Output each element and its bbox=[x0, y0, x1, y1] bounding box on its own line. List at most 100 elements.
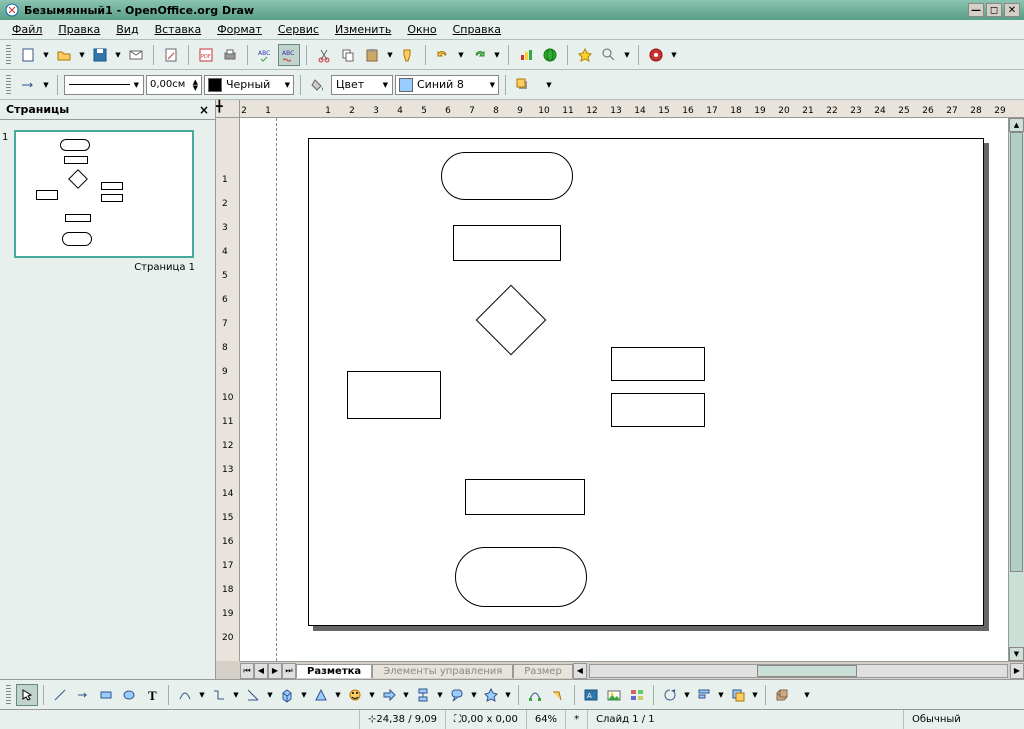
arrow-style-dropdown[interactable]: ▼ bbox=[41, 74, 51, 96]
page-thumbnail[interactable]: 1 Страница 1 bbox=[10, 130, 205, 273]
callouts-dropdown[interactable]: ▼ bbox=[469, 684, 479, 706]
tab-layout[interactable]: Разметка bbox=[296, 664, 372, 678]
format-paintbrush-icon[interactable] bbox=[397, 44, 419, 66]
open-dropdown[interactable]: ▼ bbox=[77, 44, 87, 66]
tab-dimensions[interactable]: Размер bbox=[513, 664, 573, 678]
auto-spellcheck-icon[interactable]: ABC bbox=[278, 44, 300, 66]
minimize-button[interactable]: — bbox=[968, 3, 984, 17]
curve-tool-icon[interactable] bbox=[174, 684, 196, 706]
chart-icon[interactable] bbox=[515, 44, 537, 66]
pages-panel-close[interactable]: × bbox=[199, 103, 209, 117]
scroll-down-button[interactable]: ▼ bbox=[1009, 647, 1024, 661]
align-dropdown[interactable]: ▼ bbox=[716, 684, 726, 706]
fill-type-combo[interactable]: Цвет ▼ bbox=[331, 75, 393, 95]
paste-dropdown[interactable]: ▼ bbox=[385, 44, 395, 66]
horizontal-scrollbar[interactable] bbox=[589, 664, 1008, 678]
block-arrows-icon[interactable] bbox=[378, 684, 400, 706]
arrange-icon[interactable] bbox=[727, 684, 749, 706]
symbol-shapes-dropdown[interactable]: ▼ bbox=[367, 684, 377, 706]
shadow-icon[interactable] bbox=[512, 74, 534, 96]
shape-rectangle[interactable] bbox=[611, 347, 705, 381]
menu-format[interactable]: Формат bbox=[209, 21, 270, 38]
vertical-scrollbar[interactable]: ▲ ▼ bbox=[1008, 118, 1024, 661]
line-tool-icon[interactable] bbox=[49, 684, 71, 706]
rotate-icon[interactable] bbox=[659, 684, 681, 706]
from-file-icon[interactable] bbox=[603, 684, 625, 706]
redo-dropdown[interactable]: ▼ bbox=[492, 44, 502, 66]
drawing-overflow[interactable]: ▼ bbox=[802, 684, 812, 706]
fill-bucket-icon[interactable] bbox=[307, 74, 329, 96]
toolbar-overflow[interactable]: ▼ bbox=[669, 44, 679, 66]
text-tool-icon[interactable]: T bbox=[141, 684, 163, 706]
new-doc-dropdown[interactable]: ▼ bbox=[41, 44, 51, 66]
maximize-button[interactable]: ◻ bbox=[986, 3, 1002, 17]
status-zoom[interactable]: 64% bbox=[527, 710, 566, 729]
shape-rectangle[interactable] bbox=[465, 479, 585, 515]
zoom-dropdown[interactable]: ▼ bbox=[622, 44, 632, 66]
tab-next[interactable]: ▶ bbox=[268, 663, 282, 679]
scroll-up-button[interactable]: ▲ bbox=[1009, 118, 1024, 132]
menu-edit[interactable]: Правка bbox=[50, 21, 108, 38]
line-style-combo[interactable]: ▼ bbox=[64, 75, 144, 95]
flowchart-icon[interactable] bbox=[412, 684, 434, 706]
email-icon[interactable] bbox=[125, 44, 147, 66]
edit-points-icon[interactable] bbox=[524, 684, 546, 706]
shape-rectangle[interactable] bbox=[453, 225, 561, 261]
basic-shapes-icon[interactable] bbox=[310, 684, 332, 706]
rotate-dropdown[interactable]: ▼ bbox=[682, 684, 692, 706]
menu-window[interactable]: Окно bbox=[399, 21, 444, 38]
arrow-line-tool-icon[interactable] bbox=[72, 684, 94, 706]
menu-insert[interactable]: Вставка bbox=[147, 21, 210, 38]
fontwork-icon[interactable]: A bbox=[580, 684, 602, 706]
toolbar-grip[interactable] bbox=[6, 45, 11, 65]
line-width-field[interactable]: 0,00см ▲▼ bbox=[146, 75, 202, 95]
ellipse-tool-icon[interactable] bbox=[118, 684, 140, 706]
hyperlink-icon[interactable] bbox=[539, 44, 561, 66]
horizontal-ruler[interactable]: 2112345678910111213141516171819202122232… bbox=[240, 100, 1024, 118]
flowchart-dropdown[interactable]: ▼ bbox=[435, 684, 445, 706]
canvas[interactable] bbox=[240, 118, 1024, 661]
new-doc-icon[interactable] bbox=[17, 44, 39, 66]
paste-icon[interactable] bbox=[361, 44, 383, 66]
copy-icon[interactable] bbox=[337, 44, 359, 66]
callouts-icon[interactable] bbox=[446, 684, 468, 706]
tab-last[interactable]: ⏭ bbox=[282, 663, 296, 679]
basic-shapes-dropdown[interactable]: ▼ bbox=[333, 684, 343, 706]
line-color-combo[interactable]: Черный ▼ bbox=[204, 75, 294, 95]
cut-icon[interactable] bbox=[313, 44, 335, 66]
spellcheck-abc-icon[interactable]: ABC bbox=[254, 44, 276, 66]
guide-line[interactable] bbox=[276, 118, 277, 661]
stars-dropdown[interactable]: ▼ bbox=[503, 684, 513, 706]
shape-diamond[interactable] bbox=[476, 285, 547, 356]
curve-dropdown[interactable]: ▼ bbox=[197, 684, 207, 706]
formatting-overflow[interactable]: ▼ bbox=[544, 74, 554, 96]
3d-objects-icon[interactable] bbox=[276, 684, 298, 706]
toolbar-grip[interactable] bbox=[6, 685, 11, 705]
shape-rectangle[interactable] bbox=[611, 393, 705, 427]
tab-prev[interactable]: ◀ bbox=[254, 663, 268, 679]
ruler-corner[interactable]: ╋ bbox=[216, 100, 240, 118]
symbol-shapes-icon[interactable] bbox=[344, 684, 366, 706]
save-icon[interactable] bbox=[89, 44, 111, 66]
menu-help[interactable]: Справка bbox=[445, 21, 509, 38]
extrusion-icon[interactable] bbox=[771, 684, 793, 706]
navigator-icon[interactable] bbox=[574, 44, 596, 66]
hscroll-left[interactable]: ◀ bbox=[573, 663, 587, 679]
toolbar-grip[interactable] bbox=[6, 75, 11, 95]
page-area[interactable] bbox=[308, 138, 984, 626]
lines-arrows-dropdown[interactable]: ▼ bbox=[265, 684, 275, 706]
close-button[interactable]: ✕ bbox=[1004, 3, 1020, 17]
shape-stadium[interactable] bbox=[455, 547, 587, 607]
tab-first[interactable]: ⏮ bbox=[240, 663, 254, 679]
menu-tools[interactable]: Сервис bbox=[270, 21, 327, 38]
shape-stadium[interactable] bbox=[441, 152, 573, 200]
stars-icon[interactable] bbox=[480, 684, 502, 706]
vertical-ruler[interactable]: 1234567891011121314151617181920 bbox=[216, 118, 240, 661]
tab-controls[interactable]: Элементы управления bbox=[372, 664, 513, 678]
export-pdf-icon[interactable]: PDF bbox=[195, 44, 217, 66]
rectangle-tool-icon[interactable] bbox=[95, 684, 117, 706]
shape-rectangle[interactable] bbox=[347, 371, 441, 419]
connector-dropdown[interactable]: ▼ bbox=[231, 684, 241, 706]
save-dropdown[interactable]: ▼ bbox=[113, 44, 123, 66]
connector-tool-icon[interactable] bbox=[208, 684, 230, 706]
